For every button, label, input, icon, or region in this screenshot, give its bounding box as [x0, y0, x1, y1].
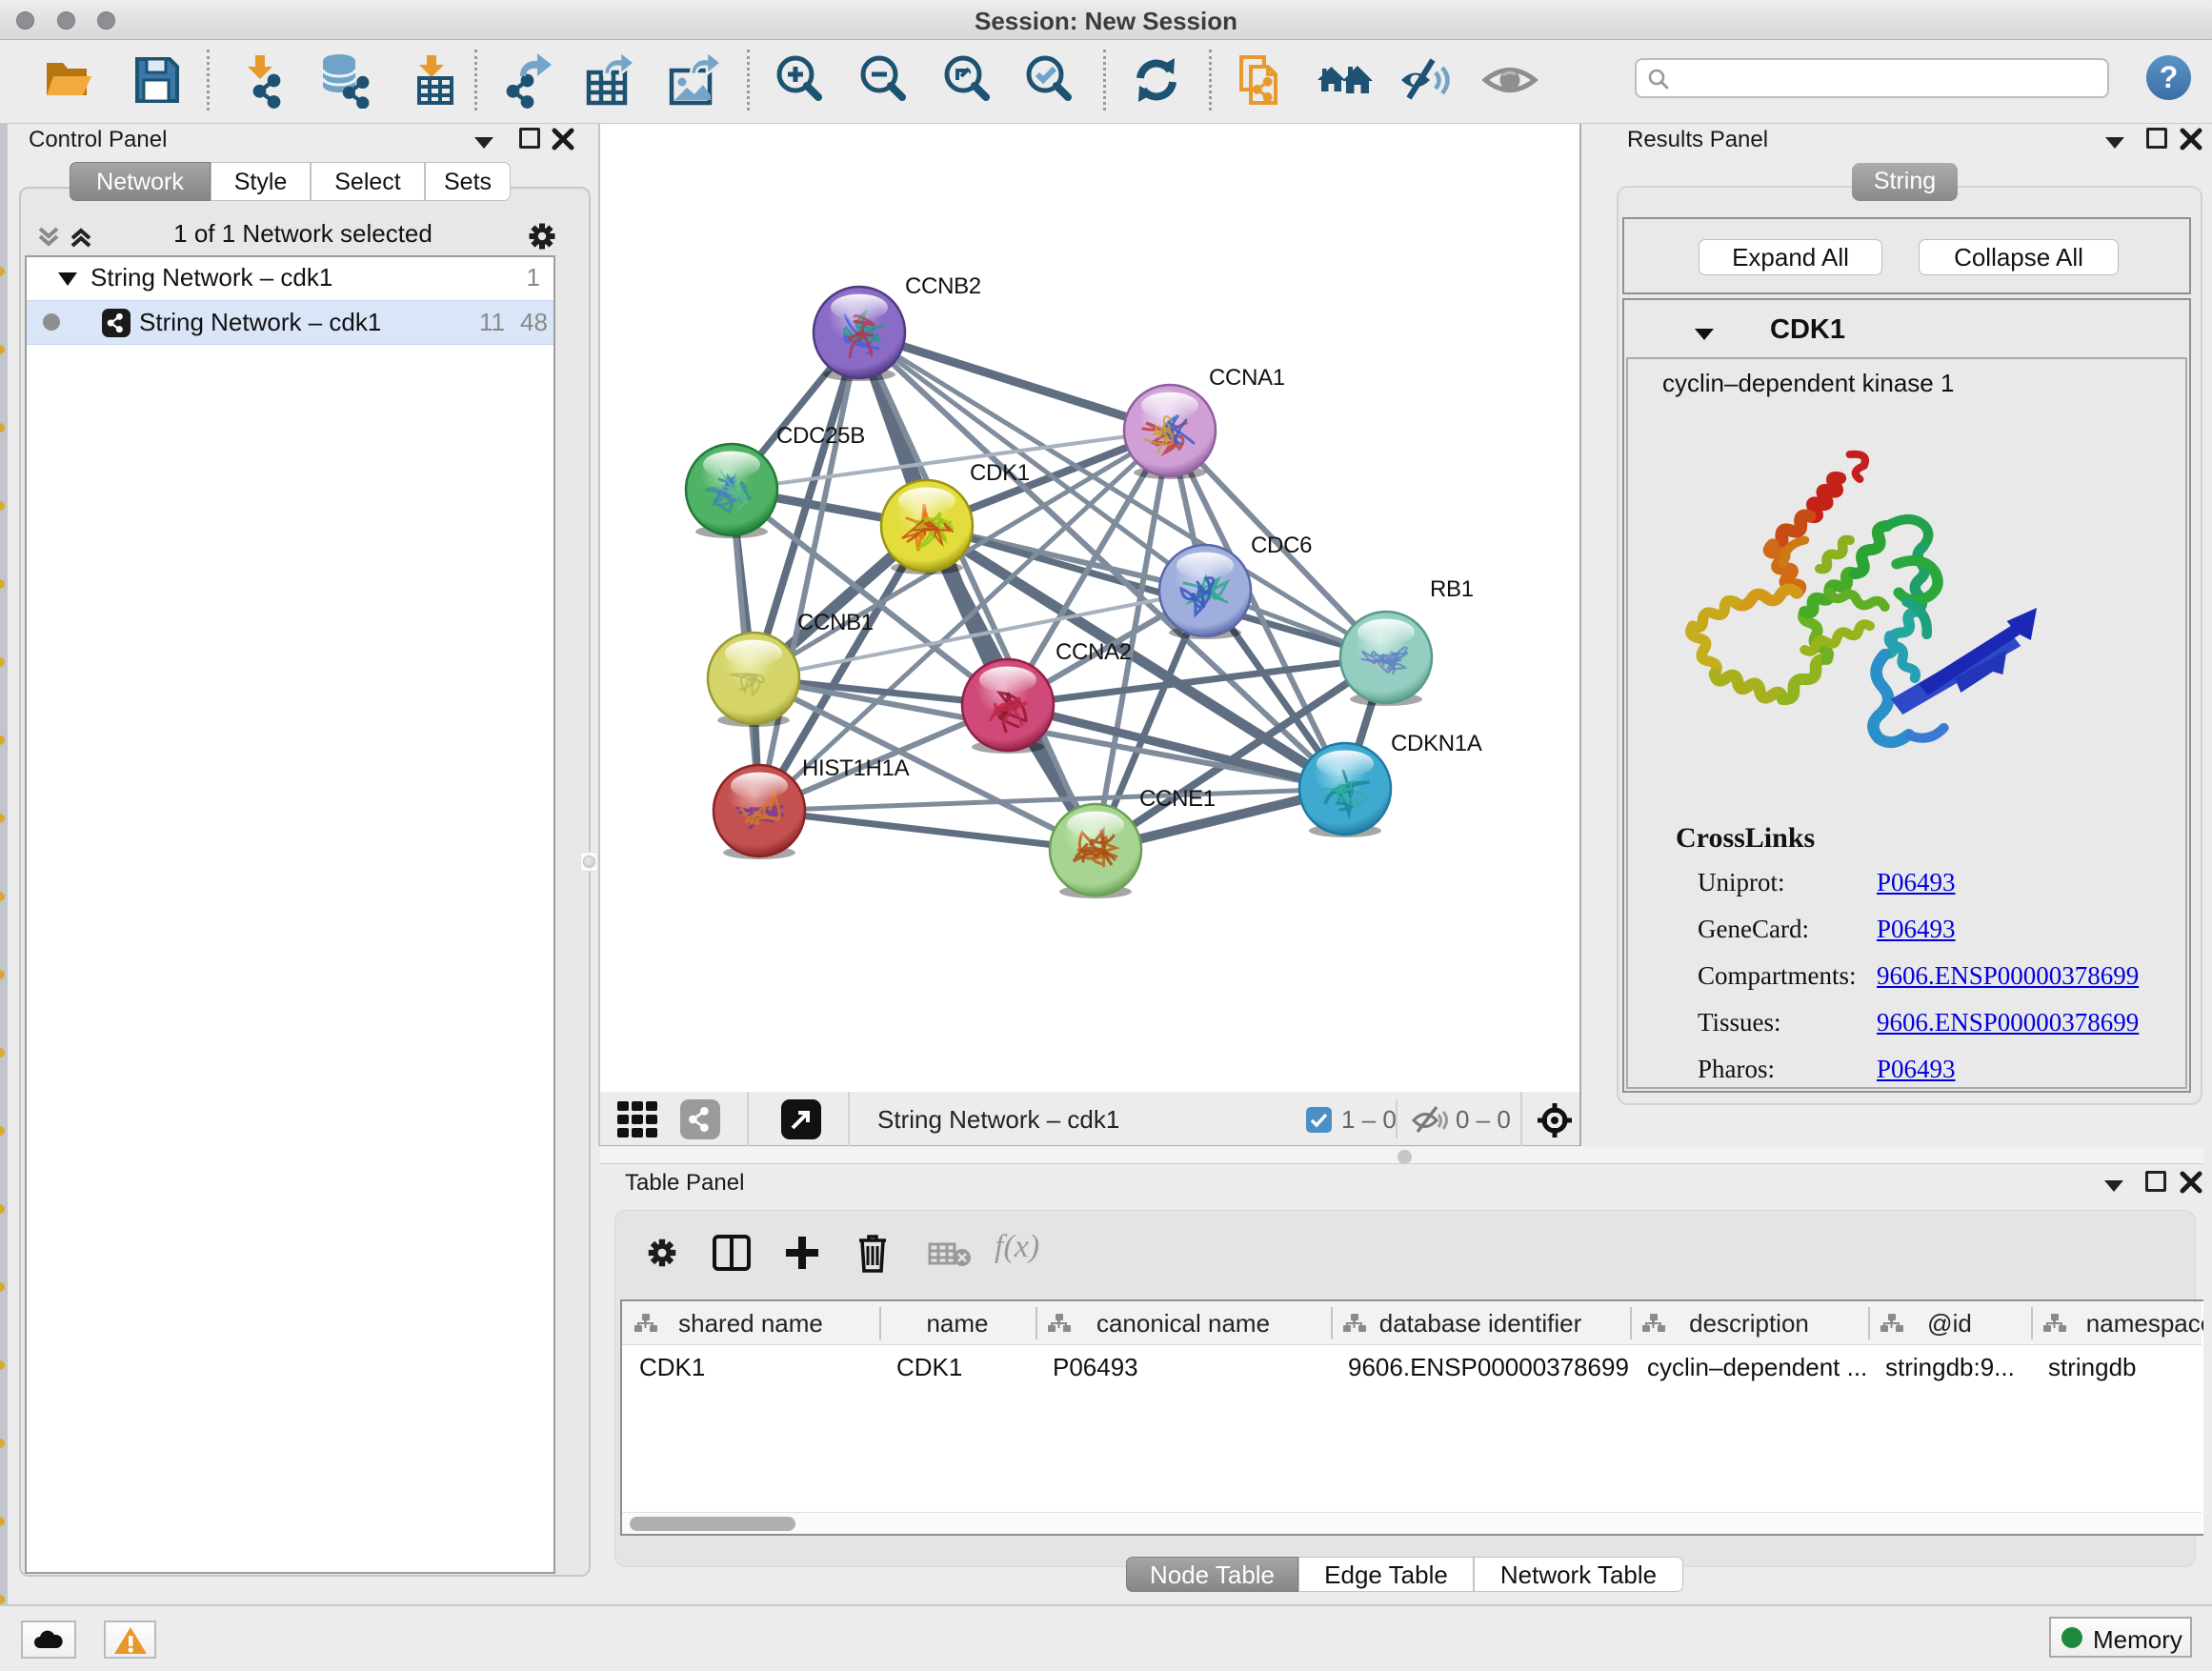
svg-text:CCNB2: CCNB2 [905, 273, 981, 299]
svg-text:HIST1H1A: HIST1H1A [802, 755, 910, 781]
svg-text:CCNB1: CCNB1 [797, 610, 874, 635]
svg-text:CDK1: CDK1 [970, 460, 1030, 486]
svg-text:CDC25B: CDC25B [776, 423, 865, 449]
svg-text:CCNE1: CCNE1 [1139, 786, 1216, 812]
svg-text:CDKN1A: CDKN1A [1391, 731, 1482, 756]
svg-text:CCNA2: CCNA2 [1056, 639, 1132, 665]
svg-text:RB1: RB1 [1430, 576, 1474, 602]
svg-text:CDC6: CDC6 [1251, 533, 1312, 558]
svg-text:CCNA1: CCNA1 [1209, 365, 1285, 391]
